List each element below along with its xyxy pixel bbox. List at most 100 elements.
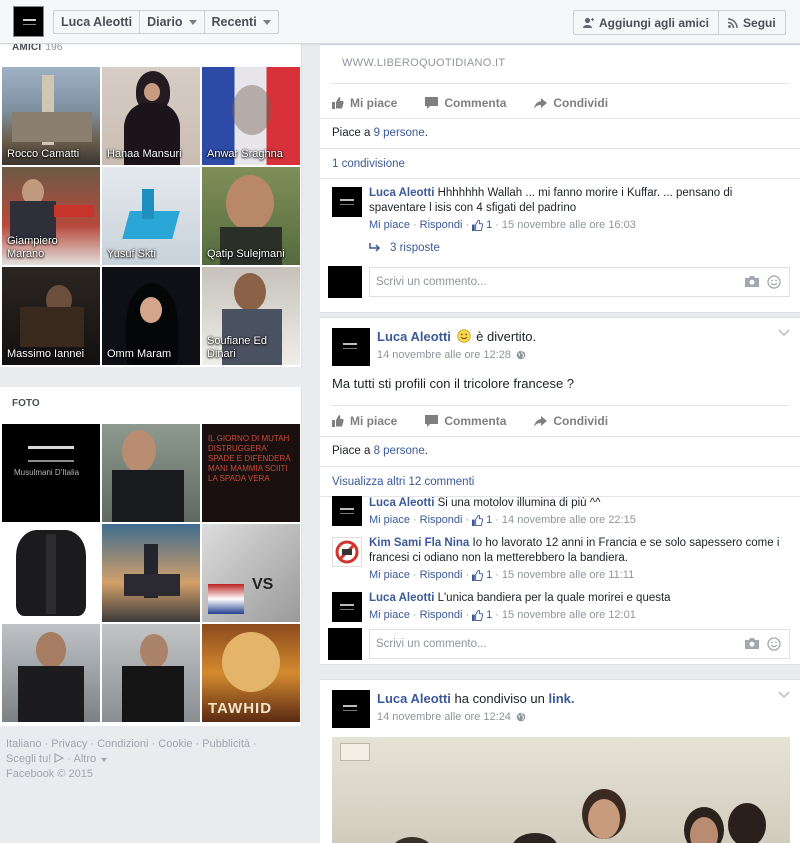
photo-tile[interactable] — [2, 624, 100, 722]
comment-like-count[interactable]: 1 — [486, 569, 492, 581]
globe-icon — [516, 350, 526, 360]
comment-input[interactable]: Scrivi un commento... — [369, 267, 790, 297]
post-link-word[interactable]: link. — [549, 691, 575, 706]
profile-nav: Luca Aleotti Diario Recenti — [53, 10, 279, 34]
comment-like-count[interactable]: 1 — [486, 609, 492, 621]
like-button[interactable]: Mi piace — [332, 94, 397, 112]
comment-like-link[interactable]: Mi piace — [369, 219, 410, 231]
comment-like-link[interactable]: Mi piace — [369, 609, 410, 621]
photo-tile[interactable]: IL GIORNO DI MUTAH DISTRUGGERA' SPADE E … — [202, 424, 300, 522]
post-timestamp[interactable]: 14 novembre alle ore 12:28 — [377, 349, 511, 361]
photo-caption: TAWHID — [208, 700, 273, 717]
comment-avatar[interactable] — [332, 537, 362, 567]
footer-link-ads[interactable]: Pubblicità — [202, 738, 250, 750]
post-card: Luca Aleotti è divertito. 14 novembre al… — [320, 317, 800, 665]
emoji-icon[interactable] — [767, 275, 781, 289]
no-symbol-icon — [335, 540, 359, 564]
footer-link-language[interactable]: Italiano — [6, 738, 41, 750]
comment-button[interactable]: Commenta — [425, 94, 506, 112]
friend-tile[interactable]: Massimo Iannei — [2, 267, 100, 365]
post-timestamp[interactable]: 14 novembre alle ore 12:24 — [377, 711, 511, 723]
likes-count-link[interactable]: 8 persone — [374, 445, 425, 457]
likes-summary: Piace a 8 persone. — [332, 445, 428, 457]
friend-name: Anwar Sraghna — [207, 148, 283, 160]
chevron-down-icon[interactable] — [778, 691, 790, 699]
comment-like-link[interactable]: Mi piace — [369, 569, 410, 581]
camera-icon[interactable] — [745, 638, 759, 649]
friend-tile[interactable]: Omm Maram — [102, 267, 200, 365]
comment-meta: Mi piace · Rispondi · 1 · 15 novembre alle … — [369, 609, 636, 621]
comment-time[interactable]: 14 novembre alle ore 22:15 — [502, 514, 636, 526]
post-author[interactable]: Luca Aleotti — [377, 691, 451, 706]
shares-count-link[interactable]: 1 condivisione — [332, 158, 405, 170]
friend-tile[interactable]: Yusuf Skti — [102, 167, 200, 265]
friend-tile[interactable]: Giampiero Marano — [2, 167, 100, 265]
likes-prefix: Piace a — [332, 445, 374, 457]
friend-tile[interactable]: Soufiane Ed Dinari — [202, 267, 300, 365]
comment-avatar[interactable] — [332, 187, 362, 217]
footer-link-cookie[interactable]: Cookie — [158, 738, 192, 750]
comment-author[interactable]: Kim Sami Fla Nina — [369, 537, 469, 549]
post-time: 14 novembre alle ore 12:24 — [377, 711, 526, 723]
photo-tile[interactable]: VS — [202, 524, 300, 622]
view-more-comments-link[interactable]: Visualizza altri 12 commenti — [332, 476, 474, 488]
view-replies-link[interactable]: 3 risposte — [369, 242, 440, 254]
recenti-dropdown[interactable]: Recenti — [205, 11, 278, 33]
emoji-icon[interactable] — [767, 637, 781, 651]
friend-tile[interactable]: Anwar Sraghna — [202, 67, 300, 165]
comment-reply-link[interactable]: Rispondi — [420, 609, 463, 621]
caret-down-icon — [101, 758, 108, 762]
chevron-down-icon[interactable] — [778, 329, 790, 337]
like-button[interactable]: Mi piace — [332, 412, 397, 430]
friend-tile[interactable]: Rocco Camatti — [2, 67, 100, 165]
profile-thumbnail[interactable] — [13, 6, 44, 37]
photo-tile[interactable]: Musulmani D'Italia — [2, 424, 100, 522]
comment-reply-link[interactable]: Rispondi — [420, 514, 463, 526]
likes-count-link[interactable]: 9 persone — [374, 127, 425, 139]
photo-tile[interactable] — [102, 524, 200, 622]
comment-like-count[interactable]: 1 — [486, 514, 492, 526]
friend-name: Massimo Iannei — [7, 348, 85, 360]
footer-link-privacy[interactable]: Privacy — [51, 738, 87, 750]
comment-time[interactable]: 15 novembre alle ore 11:11 — [502, 569, 634, 581]
photo-tile[interactable] — [2, 524, 100, 622]
follow-button[interactable]: Segui — [719, 11, 785, 34]
comment-reply-link[interactable]: Rispondi — [420, 219, 463, 231]
add-friend-button[interactable]: Aggiungi agli amici — [574, 11, 720, 34]
comment-avatar[interactable] — [332, 592, 362, 622]
friend-tile[interactable]: Qatip Sulejmani — [202, 167, 300, 265]
post-author-avatar[interactable] — [332, 690, 370, 728]
likes-prefix: Piace a — [332, 127, 374, 139]
footer-link-more[interactable]: Altro — [73, 753, 96, 765]
friend-tile[interactable]: Hanaa Mansuri — [102, 67, 200, 165]
camera-icon[interactable] — [745, 276, 759, 287]
comment-author[interactable]: Luca Aleotti — [369, 592, 434, 604]
share-button[interactable]: Condividi — [534, 94, 608, 112]
link-preview-url[interactable]: WWW.LIBEROQUOTIDIANO.IT — [342, 57, 505, 69]
shared-link-image[interactable] — [332, 737, 790, 843]
comment-avatar[interactable] — [332, 496, 362, 526]
post-author-avatar[interactable] — [332, 328, 370, 366]
photo-tile[interactable] — [102, 424, 200, 522]
comment-label: Commenta — [444, 96, 507, 110]
diario-dropdown[interactable]: Diario — [140, 11, 205, 33]
recenti-label: Recenti — [211, 15, 257, 29]
like-label: Mi piace — [350, 414, 398, 428]
comment-like-count[interactable]: 1 — [486, 219, 492, 231]
share-button[interactable]: Condividi — [534, 412, 608, 430]
comment-time[interactable]: 15 novembre alle ore 12:01 — [502, 609, 636, 621]
footer-link-terms[interactable]: Condizioni — [97, 738, 148, 750]
comment-author[interactable]: Luca Aleotti — [369, 497, 434, 509]
photo-tile[interactable]: TAWHID — [202, 624, 300, 722]
comment-time[interactable]: 15 novembre alle ore 16:03 — [502, 219, 636, 231]
comment-reply-link[interactable]: Rispondi — [420, 569, 463, 581]
comment-author[interactable]: Luca Aleotti — [369, 187, 434, 199]
comment-input[interactable]: Scrivi un commento... — [369, 629, 790, 659]
comment-button[interactable]: Commenta — [425, 412, 506, 430]
photos-header[interactable]: FOTO — [12, 398, 40, 409]
post-author[interactable]: Luca Aleotti — [377, 329, 451, 344]
photo-tile[interactable] — [102, 624, 200, 722]
footer-link-adchoices[interactable]: Scegli tu! — [6, 753, 51, 765]
comment-like-link[interactable]: Mi piace — [369, 514, 410, 526]
profile-name-button[interactable]: Luca Aleotti — [54, 11, 141, 33]
